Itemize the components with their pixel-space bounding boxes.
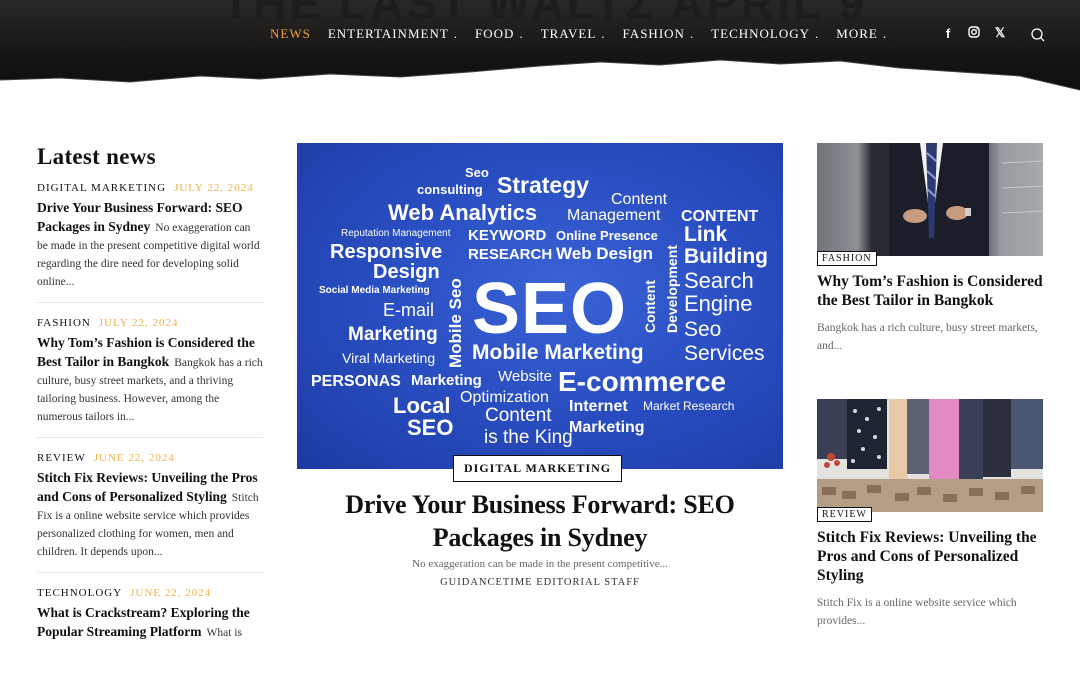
cloud-word: Content — [485, 405, 552, 426]
cloud-word: PERSONAS — [311, 373, 401, 390]
cloud-word: Social Media Marketing — [319, 285, 430, 296]
cloud-word: Marketing — [411, 372, 482, 389]
social-links: f 𝕏 — [942, 25, 1006, 41]
hero-category-badge[interactable]: DIGITAL MARKETING — [453, 455, 623, 482]
cloud-word: Marketing — [569, 419, 645, 436]
side-category-badge[interactable]: REVIEW — [817, 507, 872, 522]
suit-photo[interactable] — [817, 143, 1043, 256]
news-category[interactable]: REVIEW — [37, 452, 86, 464]
cloud-word: Services — [684, 342, 765, 365]
side-article-title[interactable]: Why Tom’s Fashion is Considered the Best… — [817, 272, 1043, 310]
news-date: JULY 22, 2024 — [98, 317, 179, 329]
x-twitter-icon[interactable]: 𝕏 — [994, 25, 1006, 41]
nav-item-news[interactable]: NEWS — [270, 26, 311, 42]
cloud-word: Seo — [684, 318, 721, 341]
cloud-word: Seo — [465, 165, 489, 180]
news-date: JULY 22, 2024 — [174, 182, 254, 194]
news-item[interactable]: FASHION JULY 22, 2024 Why Tom’s Fashion i… — [37, 317, 263, 438]
news-title[interactable]: Stitch Fix Reviews: Unveiling the Pros a… — [37, 470, 258, 504]
news-excerpt: What is — [206, 627, 242, 639]
cloud-word: Marketing — [348, 324, 438, 345]
facebook-icon[interactable]: f — [942, 26, 954, 41]
cloud-word: is the King — [484, 427, 573, 448]
hero-title[interactable]: Drive Your Business Forward: SEO Package… — [320, 488, 760, 554]
nav-item-food[interactable]: FOOD. — [475, 26, 524, 42]
latest-news-title: Latest news — [37, 144, 156, 169]
cloud-word: KEYWORD — [468, 227, 547, 244]
hero-excerpt: No exaggeration can be made in the prese… — [412, 558, 668, 570]
news-item[interactable]: DIGITAL MARKETING JULY 22, 2024 Drive You… — [37, 182, 263, 303]
side-article-title[interactable]: Stitch Fix Reviews: Unveiling the Pros a… — [817, 528, 1043, 585]
news-item[interactable]: TECHNOLOGY JUNE 22, 2024 What is Crackstr… — [37, 587, 263, 653]
cloud-word: consulting — [417, 182, 483, 197]
news-date: JUNE 22, 2024 — [130, 587, 212, 599]
side-article-card[interactable]: REVIEW Stitch Fix Reviews: Unveiling the… — [817, 399, 1043, 630]
cloud-word: Optimization — [460, 389, 549, 406]
news-category[interactable]: DIGITAL MARKETING — [37, 182, 166, 194]
cloud-word: Web Analytics — [388, 200, 537, 225]
side-article-excerpt: Bangkok has a rich culture, busy street … — [817, 322, 1038, 352]
cloud-word: Building — [684, 245, 768, 268]
cloud-word: Viral Marketing — [342, 350, 435, 366]
nav-item-travel[interactable]: TRAVEL. — [541, 26, 606, 42]
cloud-word: E-mail — [383, 300, 434, 320]
cloud-word: Engine — [684, 291, 753, 316]
hero-author[interactable]: GUIDANCETIME EDITORIAL STAFF — [320, 577, 760, 588]
cloud-word: E-commerce — [558, 366, 726, 397]
cloud-word: Link — [684, 223, 727, 246]
cloud-word: Reputation Management — [341, 228, 451, 239]
cloud-word: Website — [498, 368, 552, 385]
cloud-word: Development — [664, 245, 680, 333]
side-article-excerpt: Stitch Fix is a online website service w… — [817, 597, 1017, 627]
nav-item-technology[interactable]: TECHNOLOGY. — [711, 26, 819, 42]
cloud-word: Search — [684, 268, 754, 293]
seo-headline: SEO — [472, 269, 627, 349]
nav-item-entertainment[interactable]: ENTERTAINMENT. — [328, 26, 458, 42]
cloud-word: Content — [642, 280, 658, 333]
news-date: JUNE 22, 2024 — [93, 452, 175, 464]
cloud-word: Design — [373, 261, 440, 283]
header-torn-edge — [0, 59, 1080, 110]
cloud-word: Internet — [569, 398, 628, 415]
cloud-word: Online Presence — [556, 228, 658, 243]
dresses-photo[interactable] — [817, 399, 1043, 512]
side-article-card[interactable]: FASHION Why Tom’s Fashion is Considered … — [817, 143, 1043, 355]
news-category[interactable]: FASHION — [37, 317, 91, 329]
main-nav: NEWS ENTERTAINMENT. FOOD. TRAVEL. FASHIO… — [270, 26, 904, 42]
side-category-badge[interactable]: FASHION — [817, 251, 877, 266]
latest-news: Latest news DIGITAL MARKETING JULY 22, 20… — [37, 140, 263, 667]
cloud-word: Management — [567, 207, 661, 224]
search-icon[interactable] — [1030, 27, 1046, 43]
news-item[interactable]: REVIEW JUNE 22, 2024 Stitch Fix Reviews: … — [37, 452, 263, 573]
nav-item-more[interactable]: MORE. — [836, 26, 887, 42]
instagram-icon[interactable] — [968, 25, 980, 41]
site-header: THE LAST WALTZ APRIL 9 NEWS ENTERTAINMEN… — [0, 0, 1080, 110]
cloud-word: SEO — [407, 415, 453, 440]
hero-image-seo-word-cloud[interactable]: Seo consulting Strategy Content Manageme… — [297, 143, 783, 469]
cloud-word: Mobile Seo — [446, 278, 465, 368]
nav-item-fashion[interactable]: FASHION. — [623, 26, 695, 42]
cloud-word: Web Design — [556, 244, 653, 263]
cloud-word: Strategy — [497, 172, 589, 198]
cloud-word: RESEARCH — [468, 246, 552, 263]
cloud-word: Content — [611, 191, 668, 208]
news-category[interactable]: TECHNOLOGY — [37, 587, 122, 599]
cloud-word: Market Research — [643, 399, 734, 413]
cloud-word: Responsive — [330, 241, 442, 263]
